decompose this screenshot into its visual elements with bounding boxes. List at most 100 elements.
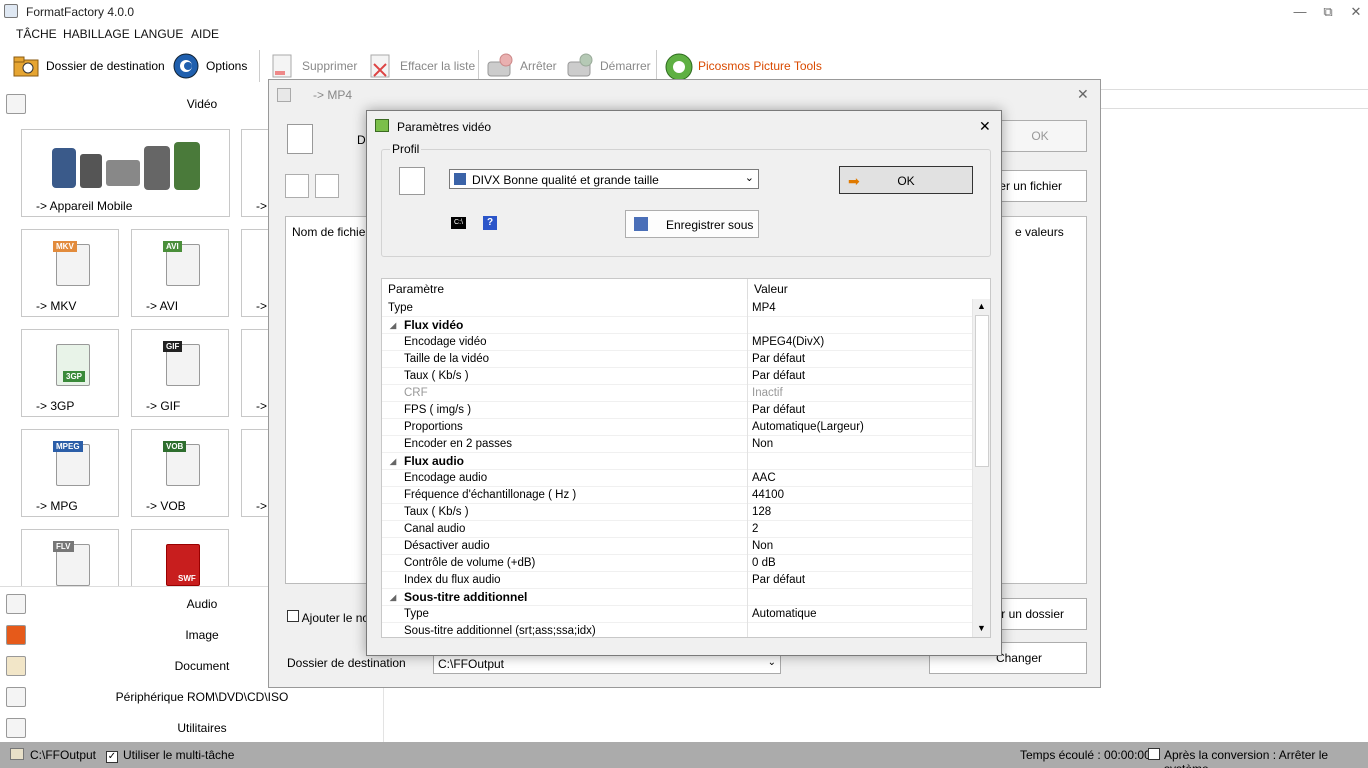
scroll-down-icon[interactable]: ▼ xyxy=(977,623,986,633)
status-output-path[interactable]: C:\FFOutput xyxy=(30,748,96,762)
param-name: Type xyxy=(388,302,413,314)
profile-value: DIVX Bonne qualité et grande taille xyxy=(472,173,659,187)
param-value[interactable]: 44100 xyxy=(752,487,784,504)
menu-langue[interactable]: LANGUE xyxy=(134,27,183,41)
params-row[interactable]: FPS ( img/s ) Par défaut xyxy=(382,402,972,419)
scroll-thumb[interactable] xyxy=(975,315,989,467)
after-conversion-checkbox[interactable] xyxy=(1148,748,1160,763)
tile-partial[interactable]: -> xyxy=(241,129,271,217)
tile-flv[interactable]: FLV xyxy=(21,529,119,586)
params-row[interactable]: Désactiver audio Non xyxy=(382,538,972,555)
category-utilities-label: Utilitaires xyxy=(177,721,227,735)
tile-partial[interactable]: -> xyxy=(241,229,271,317)
tile-avi[interactable]: AVI -> AVI xyxy=(131,229,229,317)
save-as-button[interactable]: Enregistrer sous xyxy=(625,210,759,238)
tile-partial[interactable]: -> xyxy=(241,329,271,417)
file-name-column[interactable]: Nom de fichier xyxy=(292,225,369,239)
values-column[interactable]: e valeurs xyxy=(1015,225,1064,239)
start-label: Démarrer xyxy=(600,59,651,73)
params-row[interactable]: Canal audio 2 xyxy=(382,521,972,538)
params-grid[interactable]: Paramètre Valeur Type MP4 ◢ Flux vidéo Encod… xyxy=(381,278,991,638)
value-column-header[interactable]: Valeur xyxy=(748,279,972,299)
param-value[interactable]: Non xyxy=(752,538,773,555)
params-dialog-icon xyxy=(375,119,389,132)
params-ok-button[interactable]: ➡ OK xyxy=(839,166,973,194)
mkv-icon: MKV xyxy=(53,241,90,286)
clear-list-label: Effacer la liste xyxy=(400,59,476,73)
profile-select[interactable]: DIVX Bonne qualité et grande taille ⌄ xyxy=(449,169,759,189)
minimize-button[interactable]: — xyxy=(1286,2,1314,22)
param-value[interactable]: 0 dB xyxy=(752,555,776,572)
scroll-up-icon[interactable]: ▲ xyxy=(977,301,986,311)
clear-list-icon xyxy=(366,52,394,80)
mp4-clear-icon[interactable] xyxy=(315,174,339,198)
maximize-button[interactable]: ⧉ xyxy=(1314,2,1342,22)
param-value[interactable]: Automatique(Largeur) xyxy=(752,419,864,436)
destination-folder-button[interactable]: Dossier de destination xyxy=(12,46,165,86)
mp4-format-icon xyxy=(287,124,313,154)
mp4-close-icon[interactable]: ✕ xyxy=(1077,86,1089,103)
options-button[interactable]: Options xyxy=(172,46,247,86)
mp4-remove-icon[interactable] xyxy=(285,174,309,198)
params-row[interactable]: Encodage audio AAC xyxy=(382,470,972,487)
params-row[interactable]: Encoder en 2 passes Non xyxy=(382,436,972,453)
params-row[interactable]: Type MP4 xyxy=(382,300,972,317)
params-section-row[interactable]: ◢ Sous-titre additionnel xyxy=(382,589,972,606)
param-column-header[interactable]: Paramètre xyxy=(382,279,748,299)
param-value[interactable]: 128 xyxy=(752,504,771,521)
collapse-icon[interactable]: ◢ xyxy=(390,453,396,470)
params-row[interactable]: CRF Inactif xyxy=(382,385,972,402)
console-icon[interactable]: C:\ xyxy=(451,217,466,229)
params-section-row[interactable]: ◢ Flux audio xyxy=(382,453,972,470)
params-section-row[interactable]: ◢ Flux vidéo xyxy=(382,317,972,334)
collapse-icon[interactable]: ◢ xyxy=(390,589,396,606)
params-row[interactable]: Fréquence d'échantillonage ( Hz ) 44100 xyxy=(382,487,972,504)
menu-aide[interactable]: AIDE xyxy=(191,27,219,41)
menu-tache[interactable]: TÂCHE xyxy=(16,27,57,41)
params-row[interactable]: Taux ( Kb/s ) Par défaut xyxy=(382,368,972,385)
params-row[interactable]: Taux ( Kb/s ) 128 xyxy=(382,504,972,521)
tile-gif[interactable]: GIF -> GIF xyxy=(131,329,229,417)
param-value[interactable]: Automatique xyxy=(752,606,817,623)
param-value[interactable]: Par défaut xyxy=(752,572,805,589)
tile-mkv[interactable]: MKV -> MKV xyxy=(21,229,119,317)
menu-habillage[interactable]: HABILLAGE xyxy=(63,27,130,41)
params-row[interactable]: Index du flux audio Par défaut xyxy=(382,572,972,589)
params-row[interactable]: Encodage vidéo MPEG4(DivX) xyxy=(382,334,972,351)
tile-mpg[interactable]: MPEG -> MPG xyxy=(21,429,119,517)
param-value[interactable]: AAC xyxy=(752,470,776,487)
chevron-down-icon: ⌄ xyxy=(744,172,754,184)
tile-vob[interactable]: VOB -> VOB xyxy=(131,429,229,517)
param-value[interactable]: MP4 xyxy=(752,300,776,317)
category-utilities[interactable]: Utilitaires xyxy=(0,712,384,743)
params-row[interactable]: Proportions Automatique(Largeur) xyxy=(382,419,972,436)
tile-mobile[interactable]: -> Appareil Mobile xyxy=(21,129,230,217)
param-value[interactable]: MPEG4(DivX) xyxy=(752,334,824,351)
mp4-profile-icon xyxy=(399,167,425,195)
task-list-header xyxy=(1101,89,1368,109)
close-button[interactable]: ✕ xyxy=(1342,2,1368,22)
params-row[interactable]: Type Automatique xyxy=(382,606,972,623)
param-value[interactable]: 2 xyxy=(752,521,758,538)
params-scrollbar[interactable]: ▲ ▼ xyxy=(972,299,990,637)
param-value[interactable]: Par défaut xyxy=(752,402,805,419)
params-row[interactable]: Sous-titre additionnel (srt;ass;ssa;idx) xyxy=(382,623,972,637)
mp4-ok-button[interactable]: OK xyxy=(993,120,1087,152)
help-icon[interactable]: ? xyxy=(483,216,497,230)
video-params-dialog: Paramètres vidéo ✕ Profil DIVX Bonne qua… xyxy=(366,110,1002,656)
params-close-icon[interactable]: ✕ xyxy=(979,118,991,135)
collapse-icon[interactable]: ◢ xyxy=(390,317,396,334)
param-value[interactable]: Par défaut xyxy=(752,351,805,368)
param-value[interactable]: Non xyxy=(752,436,773,453)
tile-swf[interactable]: SWF xyxy=(131,529,229,586)
param-value[interactable]: Par défaut xyxy=(752,368,805,385)
tile-3gp[interactable]: 3GP -> 3GP xyxy=(21,329,119,417)
param-value[interactable]: Inactif xyxy=(752,385,783,402)
tile-partial-label: -> xyxy=(256,399,268,413)
tile-partial[interactable]: -> xyxy=(241,429,271,517)
params-row[interactable]: Contrôle de volume (+dB) 0 dB xyxy=(382,555,972,572)
dest-folder-select[interactable]: C:\FFOutput ⌄ xyxy=(433,654,781,674)
multitask-checkbox[interactable]: ✓ xyxy=(106,748,118,763)
params-row[interactable]: Taille de la vidéo Par défaut xyxy=(382,351,972,368)
checkbox-box[interactable] xyxy=(287,610,299,622)
